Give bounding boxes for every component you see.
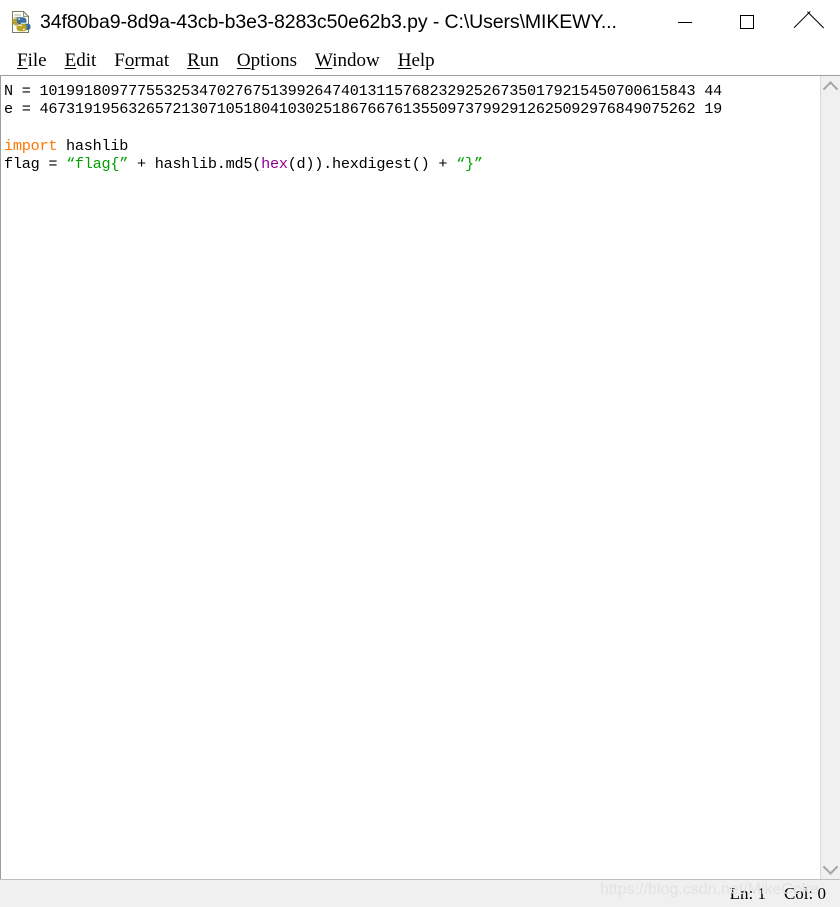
scroll-up-arrow[interactable]	[821, 76, 840, 98]
code-text-area[interactable]: N = 101991809777553253470276751399264740…	[1, 76, 820, 879]
code-line-1: N = 101991809777553253470276751399264740…	[4, 82, 820, 100]
scroll-down-arrow[interactable]	[821, 857, 840, 879]
menu-item-file[interactable]: File	[8, 51, 56, 70]
maximize-icon	[740, 15, 754, 29]
menu-label-rest: indow	[332, 49, 380, 71]
minimize-button[interactable]	[654, 0, 716, 44]
code-expr-tail: (d)).hexdigest() +	[287, 155, 457, 174]
menu-label-rest: un	[199, 49, 219, 71]
status-column-number: Col: 0	[783, 883, 826, 903]
maximize-button[interactable]	[716, 0, 778, 44]
title-bar[interactable]: 34f80ba9-8d9a-43cb-b3e3-8283c50e62b3.py …	[0, 0, 840, 45]
menu-label-rest: rmat	[134, 49, 170, 71]
window-title: 34f80ba9-8d9a-43cb-b3e3-8283c50e62b3.py …	[40, 10, 617, 33]
window-controls	[654, 0, 840, 44]
menu-item-run[interactable]: Run	[178, 51, 228, 70]
menu-label-rest: elp	[411, 49, 435, 71]
chevron-down-icon	[822, 858, 839, 875]
close-button[interactable]	[778, 0, 840, 44]
idle-editor-window: 34f80ba9-8d9a-43cb-b3e3-8283c50e62b3.py …	[0, 0, 840, 907]
menu-bar: File Edit Format Run Options Window Help	[0, 45, 840, 75]
menu-item-options[interactable]: Options	[228, 51, 306, 70]
menu-mnemonic: F	[17, 49, 28, 71]
chevron-up-icon	[822, 80, 839, 97]
menu-mnemonic: E	[64, 49, 77, 71]
menu-mnemonic: W	[315, 49, 333, 71]
menu-item-edit[interactable]: Edit	[56, 51, 106, 70]
menu-label-rest: ptions	[250, 49, 298, 71]
code-builtin-hex: hex	[261, 155, 288, 174]
code-line-5: flag = “flag{” + hashlib.md5(hex(d)).hex…	[4, 155, 820, 173]
menu-mnemonic: H	[397, 49, 412, 71]
code-line-3-blank	[4, 119, 820, 137]
code-value-e: 4673191956326572130710518041030251867667…	[39, 100, 722, 119]
menu-label-rest: dit	[76, 49, 97, 71]
menu-label-pre: F	[114, 49, 125, 71]
minimize-icon	[678, 21, 692, 23]
editor-region: N = 101991809777553253470276751399264740…	[0, 75, 840, 879]
menu-item-format[interactable]: Format	[105, 51, 178, 70]
code-string-close: “}”	[456, 155, 483, 174]
python-file-icon	[9, 10, 33, 34]
menu-label-rest: ile	[27, 49, 47, 71]
menu-item-window[interactable]: Window	[306, 51, 389, 70]
status-line-number: Ln: 1	[729, 883, 766, 903]
code-module-hashlib: hashlib	[57, 136, 129, 155]
code-assign-flag: flag =	[4, 155, 67, 174]
code-value-n: 1019918097775532534702767513992647401311…	[39, 82, 722, 100]
menu-item-help[interactable]: Help	[389, 51, 444, 70]
menu-mnemonic: O	[236, 49, 251, 71]
status-bar: Ln: 1 Col: 0	[0, 879, 840, 907]
code-line-4: import hashlib	[4, 137, 820, 155]
code-var-n: N =	[4, 82, 40, 100]
code-expr-mid: + hashlib.md5(	[128, 155, 262, 174]
code-var-e: e =	[4, 100, 40, 119]
close-icon	[800, 13, 818, 31]
menu-mnemonic: R	[187, 49, 200, 71]
code-string-open: “flag{”	[66, 155, 129, 174]
code-keyword-import: import	[4, 136, 58, 155]
code-line-2: e = 467319195632657213071051804103025186…	[4, 100, 820, 118]
menu-mnemonic: o	[124, 49, 135, 71]
vertical-scrollbar[interactable]	[820, 76, 840, 879]
